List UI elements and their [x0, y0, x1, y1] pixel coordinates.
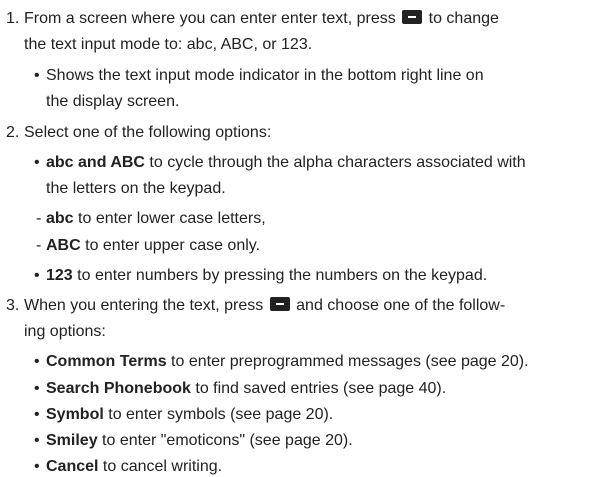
step-text: the text input mode to: abc, ABC, or 123… — [24, 36, 313, 53]
step-text-part: to change — [428, 10, 499, 27]
sub-item-desc: to enter lower case letters, — [73, 210, 266, 227]
minus-softkey-icon — [402, 10, 423, 24]
bullet-glyph: • — [34, 432, 40, 449]
bullet-desc: to cycle through the alpha characters as… — [144, 154, 526, 171]
bullet-text: Common Terms to enter preprogrammed mess… — [46, 352, 529, 372]
bullet-glyph: • — [34, 267, 40, 284]
bullet-text: the letters on the keypad. — [46, 180, 226, 197]
dash-glyph: - — [36, 237, 42, 254]
bullet-term: Common Terms — [46, 353, 167, 370]
bullet-term: 123 — [46, 267, 73, 284]
bullet-glyph: • — [34, 458, 40, 475]
step-number: 1. — [6, 10, 20, 27]
bullet-term: Symbol — [46, 406, 104, 423]
bullet-term: Smiley — [46, 432, 98, 449]
bullet-desc: to find saved entries (see page 40). — [190, 380, 447, 397]
bullet-desc: to enter "emoticons" (see page 20). — [97, 432, 353, 449]
step-text: From a screen where you can enter enter … — [24, 9, 499, 29]
bullet-glyph: • — [34, 154, 40, 171]
bullet-desc: to enter preprogrammed messages (see pag… — [166, 353, 529, 370]
minus-softkey-icon — [269, 297, 290, 311]
bullet-text: the display screen. — [46, 93, 180, 110]
bullet-text: abc and ABC to cycle through the alpha c… — [46, 153, 526, 173]
bullet-text: Smiley to enter "emoticons" (see page 20… — [46, 431, 353, 451]
instruction-page: 1. From a screen where you can enter ent… — [0, 0, 601, 475]
bullet-term: abc and ABC — [46, 154, 145, 171]
bullet-term: Cancel — [46, 458, 99, 475]
bullet-desc: to cancel writing. — [98, 458, 223, 475]
step-text-part: and choose one of the follow- — [296, 297, 506, 314]
bullet-text: Search Phonebook to find saved entries (… — [46, 379, 446, 399]
bullet-text: Shows the text input mode indicator in t… — [46, 67, 484, 84]
bullet-glyph: • — [34, 406, 40, 423]
sub-item-text: ABC to enter upper case only. — [46, 236, 260, 256]
bullet-desc: to enter symbols (see page 20). — [103, 406, 334, 423]
step-number: 2. — [6, 124, 20, 141]
sub-item-term: ABC — [46, 237, 81, 254]
bullet-desc: to enter numbers by pressing the numbers… — [72, 267, 488, 284]
sub-item-desc: to enter upper case only. — [80, 237, 261, 254]
bullet-term: Search Phonebook — [46, 380, 191, 397]
bullet-glyph: • — [34, 353, 40, 370]
bullet-glyph: • — [34, 67, 40, 84]
bullet-glyph: • — [34, 380, 40, 397]
bullet-text: Cancel to cancel writing. — [46, 457, 222, 477]
step-text: Select one of the following options: — [24, 124, 272, 141]
sub-item-text: abc to enter lower case letters, — [46, 209, 266, 229]
sub-item-term: abc — [46, 210, 74, 227]
step-text: When you entering the text, press and ch… — [24, 296, 505, 316]
dash-glyph: - — [36, 210, 42, 227]
step-text-part: From a screen where you can enter enter … — [24, 10, 396, 27]
step-number: 3. — [6, 297, 20, 314]
step-text: ing options: — [24, 323, 106, 340]
bullet-text: 123 to enter numbers by pressing the num… — [46, 266, 487, 286]
bullet-text: Symbol to enter symbols (see page 20). — [46, 405, 333, 425]
step-text-part: When you entering the text, press — [24, 297, 264, 314]
